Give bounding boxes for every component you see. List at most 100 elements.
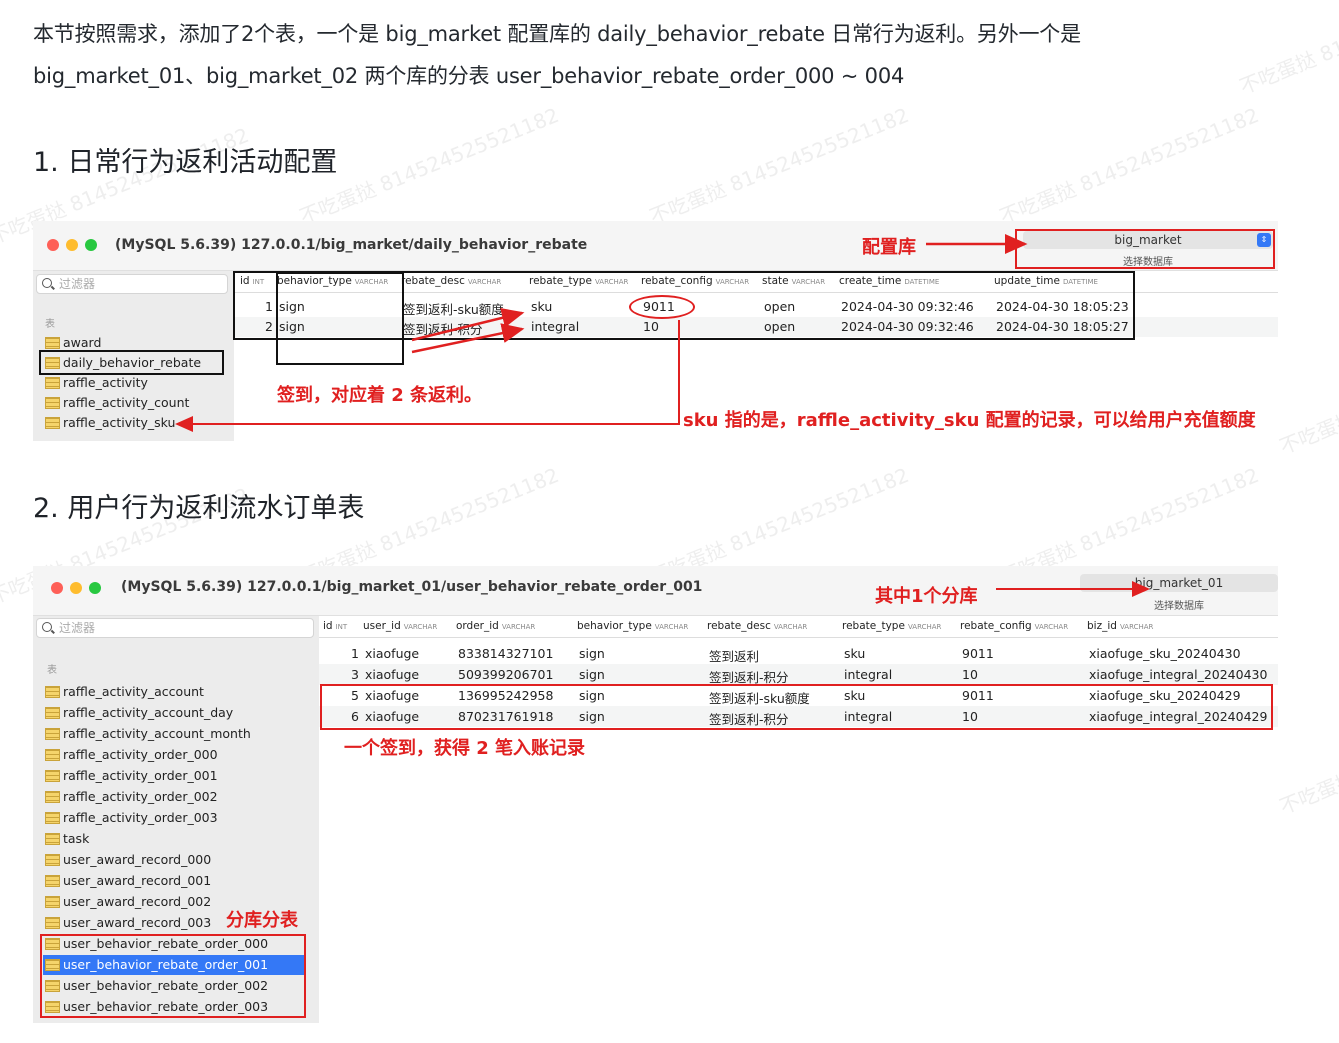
config-value-ellipse — [629, 295, 695, 319]
table-cell: 833814327101 — [458, 645, 554, 661]
table-icon — [45, 417, 60, 429]
sidebar-table-item[interactable]: raffle_activity_account_month — [43, 724, 305, 744]
filter-input[interactable]: 过滤器 — [36, 274, 228, 294]
table-icon — [45, 770, 60, 782]
table-highlight-box — [39, 350, 224, 375]
watermark-text: 不吃蛋挞 814524525521182 — [996, 102, 1263, 229]
minimize-icon[interactable] — [70, 582, 82, 594]
column-name: rebate_config — [960, 620, 1032, 632]
sidebar-table-item[interactable]: raffle_activity_account_day — [43, 703, 305, 723]
watermark-text: 不吃蛋挞 814524525521182 — [646, 102, 913, 229]
table-cell: 10 — [962, 666, 978, 682]
filter-placeholder: 过滤器 — [59, 621, 96, 635]
section1-heading: 1. 日常行为返利活动配置 — [33, 147, 338, 178]
table-icon — [45, 896, 60, 908]
column-header[interactable]: biz_id VARCHAR — [1087, 620, 1153, 632]
column-type: VARCHAR — [773, 623, 808, 631]
sidebar-table-item[interactable]: raffle_activity_order_002 — [43, 787, 305, 807]
column-header[interactable]: rebate_desc VARCHAR — [707, 620, 807, 632]
table-name: raffle_activity — [63, 375, 148, 390]
sidebar-table-item[interactable]: raffle_activity_order_000 — [43, 745, 305, 765]
database-select[interactable]: big_market_01 — [1080, 574, 1278, 592]
sidebar-table-item[interactable]: raffle_activity_account — [43, 682, 305, 702]
table-cell: 1 — [351, 645, 359, 661]
table-name: award — [63, 335, 102, 350]
zoom-icon[interactable] — [85, 239, 97, 251]
table-name: task — [63, 831, 90, 846]
table-cell: sign — [579, 645, 605, 661]
table-icon — [45, 686, 60, 698]
table-name: raffle_activity_order_003 — [63, 810, 218, 825]
titlebar: (MySQL 5.6.39) 127.0.0.1/big_market_01/u… — [33, 566, 1278, 616]
table-icon — [45, 833, 60, 845]
table-cell: 签到返利 — [709, 648, 760, 664]
table-cell: integral — [844, 666, 893, 682]
table-name: user_award_record_001 — [63, 873, 212, 888]
column-name: behavior_type — [577, 620, 652, 632]
sidebar-table-item[interactable]: user_award_record_000 — [43, 850, 305, 870]
table-cell: sku — [844, 645, 866, 661]
intro-line-1: 本节按照需求，添加了2个表，一个是 big_market 配置库的 daily_… — [33, 22, 1081, 46]
column-header[interactable]: rebate_config VARCHAR — [960, 620, 1068, 632]
behavior-type-highlight-box — [276, 272, 404, 365]
grid-header: id INT user_id VARCHAR order_id VARCHAR behavi… — [319, 616, 1278, 638]
column-header[interactable]: id INT — [323, 620, 347, 632]
filter-input[interactable]: 过滤器 — [36, 618, 314, 638]
watermark-text: 不吃蛋挞 814524525521182 — [1276, 693, 1339, 819]
column-name: biz_id — [1087, 620, 1117, 632]
column-name: id — [323, 620, 333, 632]
column-type: VARCHAR — [403, 623, 438, 631]
sidebar-table-item[interactable]: raffle_activity — [43, 373, 223, 393]
table-name: raffle_activity_account — [63, 684, 204, 699]
table-cell: 3 — [351, 666, 359, 682]
column-header[interactable]: rebate_type VARCHAR — [842, 620, 941, 632]
table-icon — [45, 397, 60, 409]
column-header[interactable]: order_id VARCHAR — [456, 620, 535, 632]
table-icon — [45, 917, 60, 929]
table-icon — [45, 875, 60, 887]
sidebar-table-item[interactable]: raffle_activity_sku — [43, 413, 223, 433]
table-row[interactable]: 1 xiaofuge 833814327101 sign 签到返利 sku 9011 xiao… — [319, 643, 1278, 664]
table-icon — [45, 337, 60, 349]
annotation-one-sign-two: 一个签到，获得 2 笔入账记录 — [344, 738, 586, 759]
table-icon — [45, 791, 60, 803]
sidebar-table-item[interactable]: raffle_activity_order_001 — [43, 766, 305, 786]
sidebar-table-item[interactable]: task — [43, 829, 305, 849]
sidebar-table-item[interactable]: user_award_record_001 — [43, 871, 305, 891]
table-cell: xiaofuge — [365, 666, 420, 682]
annotation-sign-two: 签到，对应着 2 条返利。 — [277, 385, 483, 406]
table-cell: 509399206701 — [458, 666, 554, 682]
sidebar-table-item[interactable]: raffle_activity_order_003 — [43, 808, 305, 828]
window-title: (MySQL 5.6.39) 127.0.0.1/big_market/dail… — [115, 237, 588, 253]
table-cell: xiaofuge_sku_20240430 — [1089, 645, 1241, 661]
intro-line-2: big_market_01、big_market_02 两个库的分表 user_… — [33, 64, 905, 88]
minimize-icon[interactable] — [66, 239, 78, 251]
table-name: raffle_activity_sku — [63, 415, 176, 430]
annotation-one-shard: 其中1个分库 — [875, 586, 978, 607]
table-icon — [45, 377, 60, 389]
column-type: VARCHAR — [1119, 623, 1154, 631]
table-name: user_award_record_002 — [63, 894, 212, 909]
column-name: order_id — [456, 620, 499, 632]
column-header[interactable]: behavior_type VARCHAR — [577, 620, 688, 632]
close-icon[interactable] — [51, 582, 63, 594]
filter-placeholder: 过滤器 — [59, 277, 96, 291]
search-icon — [42, 278, 52, 288]
table-name: raffle_activity_account_month — [63, 726, 251, 741]
db-highlight-box — [1015, 229, 1275, 269]
search-icon — [42, 622, 52, 632]
column-type: VARCHAR — [1034, 623, 1069, 631]
table-name: raffle_activity_account_day — [63, 705, 234, 720]
window-title: (MySQL 5.6.39) 127.0.0.1/big_market_01/u… — [121, 579, 703, 595]
table-icon — [45, 728, 60, 740]
annotation-sku-note: sku 指的是，raffle_activity_sku 配置的记录，可以给用户充… — [683, 410, 1256, 431]
table-row[interactable]: 3 xiaofuge 509399206701 sign 签到返利-积分 integral… — [319, 664, 1278, 685]
table-name: user_award_record_003 — [63, 915, 212, 930]
sidebar-table-item[interactable]: raffle_activity_count — [43, 393, 223, 413]
shard-tables-highlight-box — [40, 934, 306, 1018]
zoom-icon[interactable] — [89, 582, 101, 594]
column-name: rebate_desc — [707, 620, 771, 632]
close-icon[interactable] — [47, 239, 59, 251]
column-header[interactable]: user_id VARCHAR — [363, 620, 437, 632]
column-name: user_id — [363, 620, 401, 632]
